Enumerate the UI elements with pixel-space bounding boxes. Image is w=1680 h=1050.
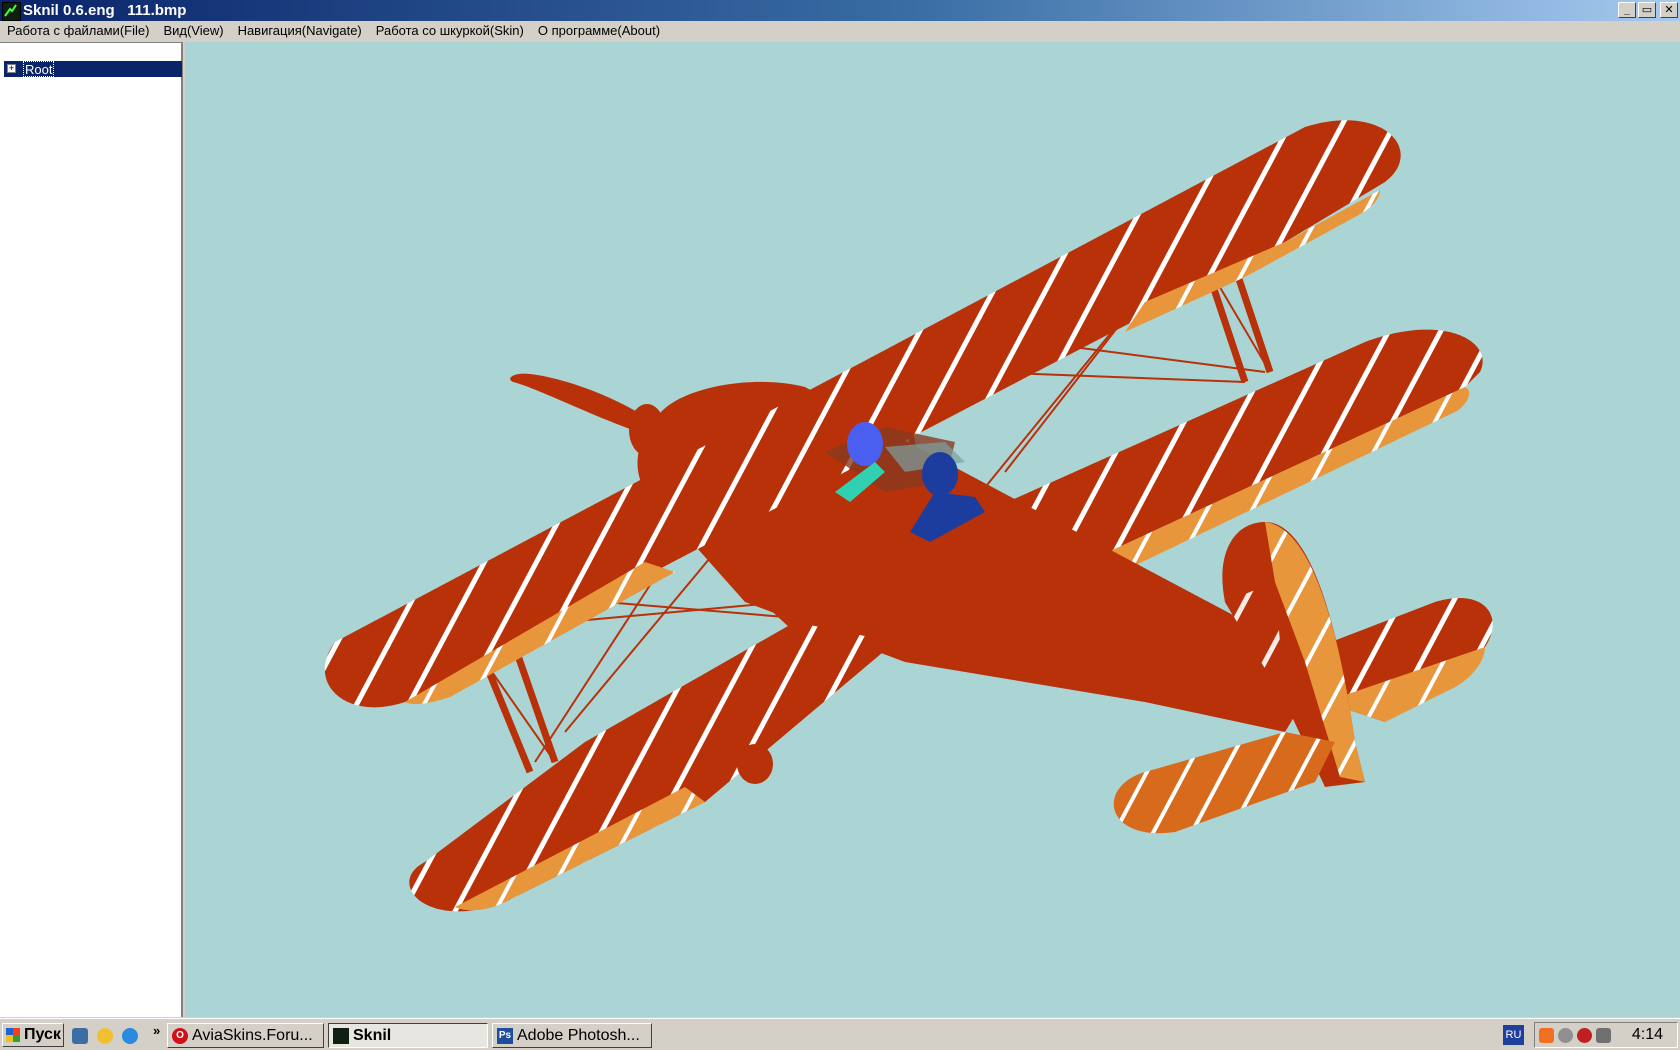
photoshop-icon: Ps [497,1028,513,1044]
opera-tray-icon[interactable] [1577,1028,1592,1043]
opera-icon: O [172,1028,188,1044]
rear-pilot-head [922,452,958,496]
task-label: Adobe Photosh... [517,1027,640,1044]
menu-navigate[interactable]: Навигация(Navigate) [231,21,369,41]
sknil-icon [333,1028,349,1044]
menu-about[interactable]: О программе(About) [531,21,667,41]
model-tree-panel[interactable]: + Root [0,42,183,1017]
menu-bar: Работа с файлами(File) Вид(View) Навигац… [0,21,1680,41]
biplane-model [324,120,1493,912]
clock[interactable]: 4:14 [1632,1023,1663,1047]
avast-icon[interactable] [97,1028,113,1044]
task-aviaskins-forum[interactable]: O AviaSkins.Foru... [167,1023,324,1048]
front-pilot-head [847,422,883,466]
show-desktop-icon[interactable] [72,1028,88,1044]
sknil-app-icon[interactable] [2,2,21,21]
language-indicator[interactable]: RU [1503,1025,1524,1045]
task-label: AviaSkins.Foru... [192,1027,313,1044]
media-player-icon[interactable] [122,1028,138,1044]
avast-tray-icon[interactable] [1539,1028,1554,1043]
start-button[interactable]: Пуск [2,1023,64,1047]
menu-view[interactable]: Вид(View) [156,21,230,41]
start-label: Пуск [24,1026,61,1043]
windows-logo-icon [6,1028,20,1042]
tail-left-stabilizer [1113,732,1335,834]
tree-item-label: Root [23,61,55,77]
menu-file[interactable]: Работа с файлами(File) [0,21,156,41]
minimize-button[interactable]: _ [1618,2,1636,18]
tree-item-root[interactable]: + Root [4,61,182,77]
taskbar: Пуск » O AviaSkins.Foru... Sknil Ps Adob… [0,1018,1680,1050]
window-title: Sknil 0.6.eng 111.bmp [23,2,187,19]
restore-button[interactable]: ▭ [1638,2,1656,18]
tree-expand-icon[interactable]: + [7,64,16,73]
close-button[interactable]: ✕ [1660,2,1678,18]
task-adobe-photoshop[interactable]: Ps Adobe Photosh... [492,1023,652,1048]
propeller [510,373,665,456]
network-tray-icon[interactable] [1558,1028,1573,1043]
3d-viewport[interactable] [185,42,1680,1017]
quick-launch-more[interactable]: » [153,1023,160,1038]
task-sknil[interactable]: Sknil [328,1023,488,1048]
title-bar: Sknil 0.6.eng 111.bmp _ ▭ ✕ [0,0,1680,21]
menu-skin[interactable]: Работа со шкуркой(Skin) [369,21,531,41]
task-label: Sknil [353,1027,392,1044]
system-tray: 4:14 [1534,1022,1678,1048]
safely-remove-tray-icon[interactable] [1596,1028,1611,1043]
